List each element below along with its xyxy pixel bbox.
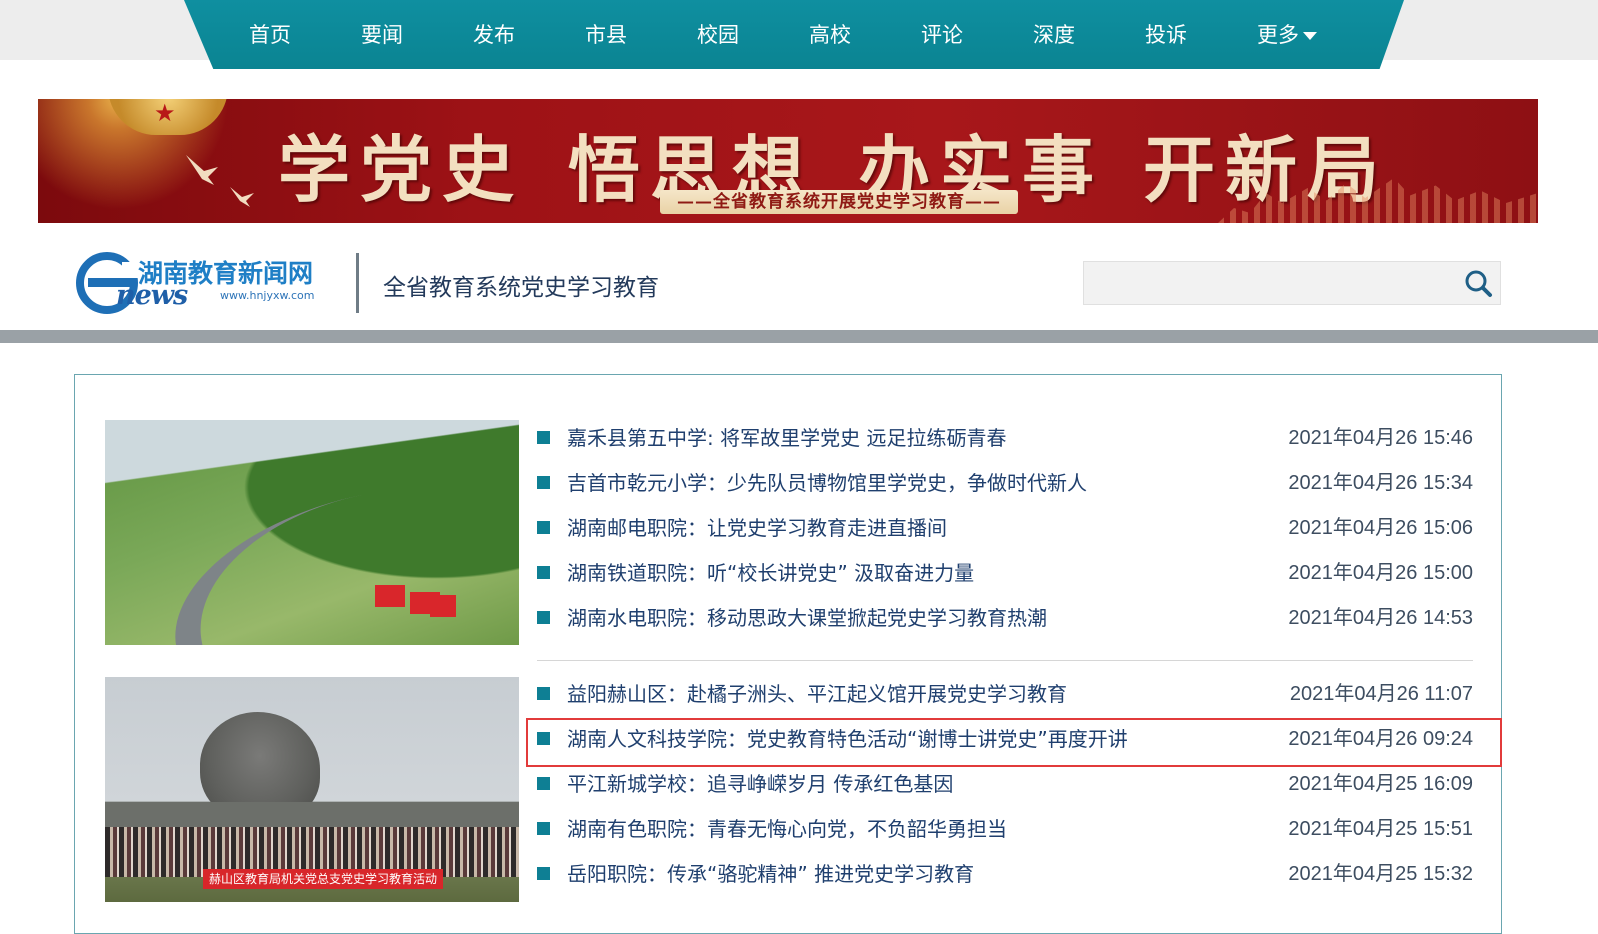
nav-item-home[interactable]: 首页 [249,18,291,52]
news-date: 2021年04月26 14:53 [1288,607,1473,629]
list-divider [537,660,1473,661]
photo-road [153,483,443,645]
news-photo-march[interactable] [105,420,519,645]
square-bullet-icon [537,611,550,624]
nav-item-more[interactable]: 更多 [1257,18,1317,52]
photo-flag [375,585,405,607]
news-title[interactable]: 平江新城学校：追寻峥嵘岁月 传承红色基因 [567,768,953,800]
list-item[interactable]: 岳阳职院：传承“骆驼精神” 推进党史学习教育 2021年04月25 15:32 [537,852,1473,896]
logo-url: www.hnjyxw.com [220,289,315,302]
news-date: 2021年04月26 15:00 [1288,562,1473,584]
news-date: 2021年04月26 15:34 [1288,472,1473,494]
nav-item-headlines[interactable]: 要闻 [361,18,403,52]
logo-news-text: news [116,280,188,311]
list-item[interactable]: 吉首市乾元小学：少先队员博物馆里学党史，争做时代新人 2021年04月26 15… [537,461,1473,505]
news-title[interactable]: 湖南有色职院：青春无悔心向党，不负韶华勇担当 [567,813,1007,845]
photo-flag [430,595,456,617]
news-title[interactable]: 湖南邮电职院：让党史学习教育走进直播间 [567,512,947,544]
nav-item-releases[interactable]: 发布 [473,18,515,52]
caret-down-icon [1303,32,1317,40]
news-title[interactable]: 岳阳职院：传承“骆驼精神” 推进党史学习教育 [567,858,974,890]
list-item[interactable]: 湖南人文科技学院：党史教育特色活动“谢博士讲党史”再度开讲 2021年04月26… [537,717,1473,761]
square-bullet-icon [537,777,550,790]
news-date: 2021年04月26 11:07 [1289,683,1473,705]
nav-item-cities[interactable]: 市县 [585,18,627,52]
star-icon: ★ [154,99,176,127]
list-item[interactable]: 湖南邮电职院：让党史学习教育走进直播间 2021年04月26 15:06 [537,506,1473,550]
nav-item-universities[interactable]: 高校 [809,18,851,52]
header-separator-bar [0,330,1598,343]
nav-item-campus[interactable]: 校园 [697,18,739,52]
nav-more-label: 更多 [1257,23,1299,47]
square-bullet-icon [537,476,550,489]
site-logo[interactable]: 湖南教育新闻网 news www.hnjyxw.com [74,252,344,314]
square-bullet-icon [537,431,550,444]
main-nav: 首页 要闻 发布 市县 校园 高校 评论 深度 投诉 更多 [184,0,1404,69]
news-panel: 赫山区教育局机关党总支党史学习教育活动 嘉禾县第五中学: 将军故里学党史 远足拉… [74,374,1502,934]
square-bullet-icon [537,521,550,534]
news-photo-group[interactable]: 赫山区教育局机关党总支党史学习教育活动 [105,677,519,902]
news-date: 2021年04月26 09:24 [1288,728,1473,750]
news-date: 2021年04月25 15:32 [1288,863,1473,885]
list-item[interactable]: 湖南有色职院：青春无悔心向党，不负韶华勇担当 2021年04月25 15:51 [537,807,1473,851]
news-date: 2021年04月25 16:09 [1288,773,1473,795]
header-divider [356,253,359,313]
news-title[interactable]: 益阳赫山区：赴橘子洲头、平江起义馆开展党史学习教育 [567,678,1067,710]
search-button[interactable] [1456,262,1500,304]
square-bullet-icon [537,732,550,745]
news-title[interactable]: 吉首市乾元小学：少先队员博物馆里学党史，争做时代新人 [567,467,1087,499]
nav-item-commentary[interactable]: 评论 [921,18,963,52]
square-bullet-icon [537,867,550,880]
news-title[interactable]: 嘉禾县第五中学: 将军故里学党史 远足拉练砺青春 [567,422,1006,454]
news-date: 2021年04月26 15:06 [1288,517,1473,539]
square-bullet-icon [537,822,550,835]
square-bullet-icon [537,566,550,579]
news-title[interactable]: 湖南水电职院：移动思政大课堂掀起党史学习教育热潮 [567,602,1047,634]
nav-item-complaints[interactable]: 投诉 [1145,18,1187,52]
list-item[interactable]: 湖南铁道职院：听“校长讲党史” 汲取奋进力量 2021年04月26 15:00 [537,551,1473,595]
list-item[interactable]: 平江新城学校：追寻峥嵘岁月 传承红色基因 2021年04月25 16:09 [537,762,1473,806]
list-item[interactable]: 益阳赫山区：赴橘子洲头、平江起义馆开展党史学习教育 2021年04月26 11:… [537,672,1473,716]
campaign-banner[interactable]: ★ 学党史 悟思想 办实事 开新局 ——全省教育系统开展党史学习教育—— [38,99,1538,223]
search-box [1083,261,1501,305]
list-item[interactable]: 嘉禾县第五中学: 将军故里学党史 远足拉练砺青春 2021年04月26 15:4… [537,416,1473,460]
search-icon [1465,270,1492,297]
search-input[interactable] [1090,268,1454,300]
photo-banner-text: 赫山区教育局机关党总支党史学习教育活动 [203,869,443,889]
news-date: 2021年04月25 15:51 [1288,818,1473,840]
banner-subtitle: ——全省教育系统开展党史学习教育—— [660,190,1018,214]
nav-item-in-depth[interactable]: 深度 [1033,18,1075,52]
dove-icon [186,155,254,207]
list-item[interactable]: 湖南水电职院：移动思政大课堂掀起党史学习教育热潮 2021年04月26 14:5… [537,596,1473,640]
news-date: 2021年04月26 15:46 [1288,427,1473,449]
news-title[interactable]: 湖南人文科技学院：党史教育特色活动“谢博士讲党史”再度开讲 [567,723,1128,755]
banner-slogan-1: 学党史 [278,127,525,212]
page-title: 全省教育系统党史学习教育 [383,275,659,301]
news-title[interactable]: 湖南铁道职院：听“校长讲党史” 汲取奋进力量 [567,557,974,589]
square-bullet-icon [537,687,550,700]
